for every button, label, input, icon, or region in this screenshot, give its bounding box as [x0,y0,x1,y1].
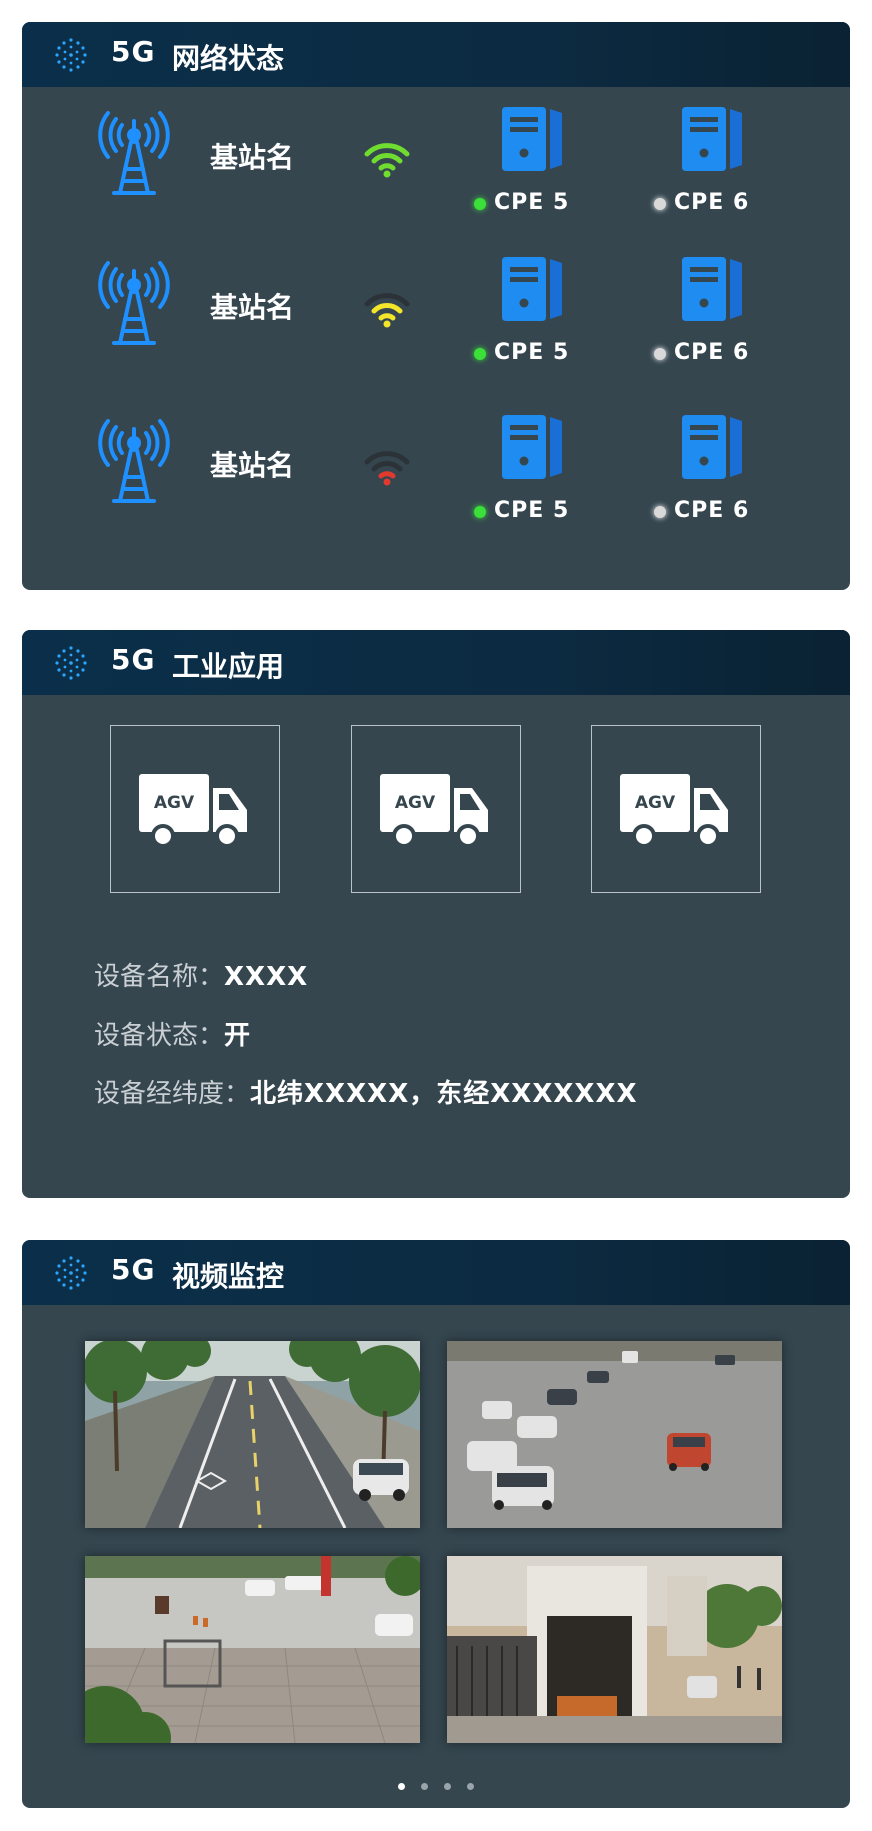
agv-text: AGV [635,793,676,813]
cpe-label: CPE 6 [674,340,750,365]
station-row[interactable]: 基站名 CPE 5 CPE 6 [22,415,850,545]
truck-icon: AGV [620,774,728,848]
dots-logo-icon [55,1256,87,1290]
carousel-pager [22,1776,850,1790]
device-status-label: 设备状态： [94,1021,225,1051]
wifi-signal-icon [364,293,410,328]
offline-status-dot [654,506,666,518]
dots-logo-icon [55,38,87,72]
device-location-line: 设备经纬度：北纬XXXXX，东经XXXXXXX [94,1073,638,1110]
device-name-label: 设备名称： [94,962,225,992]
station-name: 基站名 [210,141,295,174]
device-name-value: XXXX [224,962,309,992]
station-name: 基站名 [210,291,295,324]
panel-title: 网络状态 [172,42,285,75]
camera-feed[interactable] [447,1341,782,1528]
agv-text: AGV [154,793,195,813]
cpe-label: CPE 5 [494,190,570,215]
agv-card[interactable]: AGV [351,725,521,893]
device-location-label: 设备经纬度： [94,1079,251,1109]
video-monitoring-panel: 5G 视频监控 [22,1240,850,1808]
offline-status-dot [654,198,666,210]
gate-feed-image [447,1556,782,1743]
station-row[interactable]: 基站名 CPE 5 CPE 6 [22,257,850,387]
road-feed-image [85,1341,420,1528]
offline-status-dot [654,348,666,360]
network-status-panel: 5G 网络状态 基站名 CPE 5 CPE 6 基站名 CPE 5 CPE 6 … [22,22,850,590]
header-prefix: 5G [111,1253,156,1286]
computer-tower-icon [682,107,742,171]
intersection-feed-image [447,1341,782,1528]
online-status-dot [474,198,486,210]
pager-dot[interactable] [467,1783,474,1790]
wifi-signal-icon [364,143,410,178]
device-name-line: 设备名称：XXXX [94,956,308,993]
agv-card[interactable]: AGV [110,725,280,893]
computer-tower-icon [682,257,742,321]
computer-tower-icon [502,415,562,479]
panel-header: 5G 网络状态 [22,22,850,87]
station-row[interactable]: 基站名 CPE 5 CPE 6 [22,107,850,237]
online-status-dot [474,348,486,360]
pager-dot-active[interactable] [398,1783,405,1790]
camera-feed[interactable] [85,1556,420,1743]
camera-feed[interactable] [447,1556,782,1743]
signal-tower-icon [98,419,170,503]
plaza-feed-image [85,1556,420,1743]
cpe-label: CPE 5 [494,498,570,523]
header-prefix: 5G [111,643,156,676]
truck-icon: AGV [139,774,247,848]
pager-dot[interactable] [421,1783,428,1790]
signal-tower-icon [98,111,170,195]
cpe-label: CPE 6 [674,498,750,523]
agv-text: AGV [395,793,436,813]
truck-icon: AGV [380,774,488,848]
panel-header: 5G 工业应用 [22,630,850,695]
device-status-line: 设备状态：开 [94,1015,251,1052]
panel-title: 工业应用 [172,650,285,683]
device-location-value: 北纬XXXXX，东经XXXXXXX [250,1079,638,1109]
station-name: 基站名 [210,449,295,482]
online-status-dot [474,506,486,518]
industry-application-panel: 5G 工业应用 AGV AGV AGV 设备名称：XXXX 设备状态：开 设备经… [22,630,850,1198]
camera-feed[interactable] [85,1341,420,1528]
dots-logo-icon [55,646,87,680]
agv-card[interactable]: AGV [591,725,761,893]
panel-title: 视频监控 [172,1260,285,1293]
computer-tower-icon [502,257,562,321]
wifi-signal-icon [364,451,410,486]
cpe-label: CPE 6 [674,190,750,215]
device-status-value: 开 [224,1021,252,1051]
cpe-label: CPE 5 [494,340,570,365]
computer-tower-icon [682,415,742,479]
computer-tower-icon [502,107,562,171]
pager-dot[interactable] [444,1783,451,1790]
panel-header: 5G 视频监控 [22,1240,850,1305]
header-prefix: 5G [111,35,156,68]
signal-tower-icon [98,261,170,345]
